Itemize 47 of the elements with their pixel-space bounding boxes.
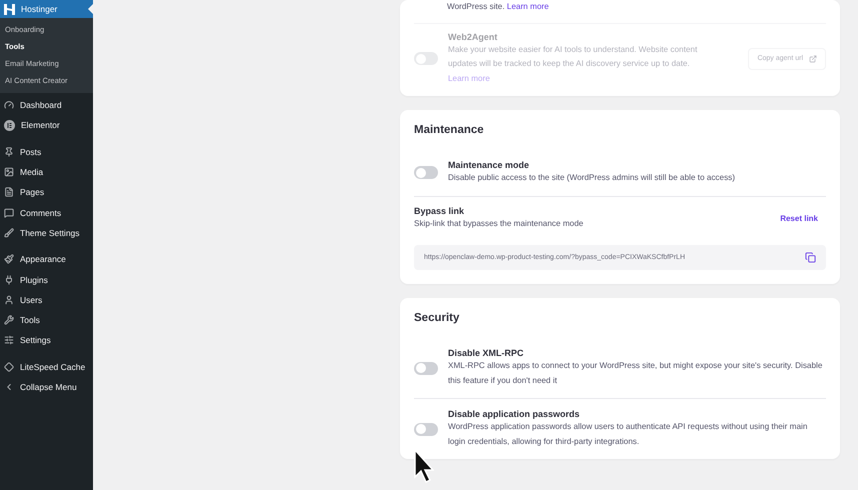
pages-icon bbox=[4, 187, 14, 198]
users-icon bbox=[4, 294, 14, 305]
setting-description: WordPress application passwords allow users to authenticate API requests without using their main login credentials, allowing for third-party integrations. bbox=[448, 421, 808, 448]
toggle-switch[interactable] bbox=[414, 166, 438, 180]
plugins-icon bbox=[4, 274, 14, 285]
learn-more-link[interactable]: Learn more bbox=[506, 2, 549, 11]
sidebar-item[interactable]: Theme Settings bbox=[0, 222, 93, 244]
sidebar-item[interactable]: Media bbox=[0, 162, 93, 182]
settings-icon bbox=[4, 335, 14, 346]
media-icon bbox=[4, 167, 14, 178]
brush-icon bbox=[4, 228, 14, 238]
sidebar-item[interactable]: Dashboard bbox=[0, 95, 93, 116]
sidebar-item[interactable]: Tools bbox=[0, 310, 93, 330]
toggle-switch[interactable] bbox=[414, 422, 438, 436]
sidebar-item[interactable]: Hostinger bbox=[0, 0, 93, 18]
sidebar-item[interactable]: Plugins bbox=[0, 269, 93, 290]
toggle-switch[interactable] bbox=[414, 362, 438, 374]
setting-title: Disable application passwords bbox=[448, 409, 581, 419]
setting-title: Maintenance mode bbox=[448, 160, 530, 170]
sidebar-item[interactable]: Pages bbox=[0, 182, 93, 202]
setting-description: Disable public access to the site (WordPress admins will still be able to access) bbox=[448, 172, 736, 184]
sidebar-item[interactable]: Users bbox=[0, 290, 93, 310]
setting-title: Web2Agent bbox=[448, 32, 498, 42]
sidebar-item[interactable]: LiteSpeed Cache bbox=[0, 356, 93, 377]
appearance-icon bbox=[4, 254, 14, 264]
sidebar-item[interactable]: Comments bbox=[0, 202, 93, 223]
setting-title: Disable XML-RPC bbox=[448, 348, 525, 358]
setting-description: WordPress site. Learn more bbox=[447, 1, 549, 13]
card-title: Security bbox=[414, 312, 460, 324]
sidebar-item[interactable]: Elementor bbox=[0, 115, 93, 136]
comments-icon bbox=[4, 208, 14, 218]
setting-title: Bypass link bbox=[414, 206, 466, 216]
reset-link[interactable]: Reset link bbox=[780, 214, 818, 223]
sidebar-item[interactable]: Appearance bbox=[0, 249, 93, 270]
sidebar-item[interactable]: Settings bbox=[0, 330, 93, 351]
elementor-icon bbox=[4, 120, 15, 131]
external-link-icon bbox=[809, 54, 817, 63]
setting-description: Make your website easier for AI tools to understand. Website content updates will be tracked to keep the AI discovery service up to date. Learn more bbox=[448, 44, 698, 84]
card-title: Maintenance bbox=[414, 124, 485, 136]
setting-description: XML-RPC allows apps to connect to your WordPress site, but might expose your site's security. Disable this feature if you don't need it bbox=[448, 360, 824, 387]
posts-icon bbox=[4, 146, 14, 157]
sidebar-item[interactable]: Posts bbox=[0, 142, 93, 162]
dashboard-icon bbox=[4, 100, 14, 110]
setting-description: Skip-link that bypasses the maintenance mode bbox=[414, 218, 584, 230]
copy-icon[interactable] bbox=[805, 252, 816, 263]
sidebar-item[interactable]: Collapse Menu bbox=[0, 376, 93, 398]
tools-icon bbox=[4, 315, 14, 326]
